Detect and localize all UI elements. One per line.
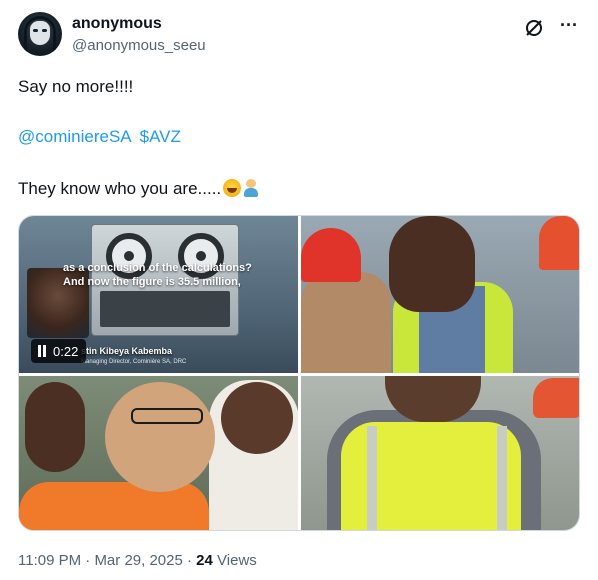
- video-duration: 0:22: [53, 343, 79, 359]
- media-grid: as a conclusion of the calculations? And…: [18, 215, 580, 531]
- avatar[interactable]: [18, 12, 62, 56]
- post-text-line-3-content: They know who you are.....: [18, 179, 222, 198]
- author-name[interactable]: anonymous: [72, 15, 162, 33]
- post-text-line-1: Say no more!!!!: [18, 77, 134, 96]
- post-date[interactable]: Mar 29, 2025: [94, 552, 182, 569]
- views-count: 24: [196, 552, 213, 569]
- post-mentions: @cominiereSA $AVZ: [18, 126, 181, 148]
- separator: ·: [187, 552, 192, 569]
- person-facepalming-emoji: [243, 179, 259, 197]
- photo-man-in-yellow-vest[interactable]: [301, 376, 579, 530]
- views-label: Views: [217, 552, 257, 569]
- author-handle[interactable]: @anonymous_seeu: [72, 37, 206, 54]
- pause-icon[interactable]: [37, 345, 47, 357]
- photo-man-in-glasses[interactable]: [19, 376, 298, 530]
- post-header: anonymous @anonymous_seeu ···: [18, 12, 584, 60]
- speaker-name: stin Kibeya Kabemba: [81, 346, 173, 356]
- mention-link[interactable]: @cominiereSA: [18, 127, 132, 146]
- rolling-on-floor-laughing-emoji: [223, 179, 242, 197]
- photo-workers-in-hard-hats[interactable]: [301, 216, 579, 373]
- avatar-mask: [30, 21, 50, 45]
- post-text-line-3: They know who you are.....: [18, 178, 259, 200]
- cashtag-link[interactable]: $AVZ: [140, 127, 181, 146]
- more-icon[interactable]: ···: [558, 16, 580, 38]
- video-caption-line-2: And now the figure is 35.5 million,: [63, 276, 241, 288]
- grok-icon[interactable]: [524, 18, 544, 38]
- video-caption-line-1: as a conclusion of the calculations?: [63, 262, 252, 274]
- speaker-role: Managing Director, Cominière SA, DRC: [81, 359, 187, 365]
- separator: ·: [85, 552, 91, 569]
- video-duration-badge[interactable]: 0:22: [31, 339, 87, 363]
- video-thumbnail[interactable]: as a conclusion of the calculations? And…: [19, 216, 298, 373]
- post-time[interactable]: 11:09 PM: [18, 552, 81, 569]
- post-metadata: 11:09 PM · Mar 29, 2025 · 24 Views: [18, 552, 257, 569]
